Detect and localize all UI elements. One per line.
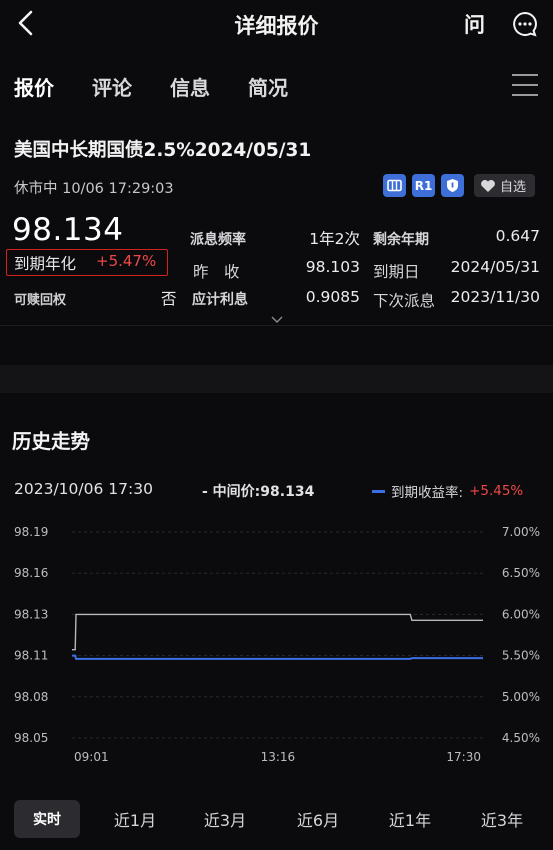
ytm-label: 到期年化: [14, 255, 77, 273]
x-tick-label: 13:16: [261, 750, 296, 764]
market-status: 休市中 10/06 17:29:03: [14, 181, 174, 197]
next-coupon-label: 下次派息: [373, 292, 436, 310]
accrued-interest-value: 0.9085: [305, 288, 360, 306]
risk-level-badge[interactable]: R1: [412, 174, 435, 197]
coupon-frequency-value: 1年2次: [309, 230, 360, 248]
maturity-date-value: 2024/05/31: [450, 258, 540, 276]
tab-comments[interactable]: 评论: [92, 72, 132, 101]
history-title: 历史走势: [12, 430, 91, 453]
next-coupon-value: 2023/11/30: [450, 288, 540, 306]
y-right-tick-label: 7.00%: [502, 525, 540, 539]
ytm-value: +5.47%: [96, 252, 157, 270]
mid-price-line: [72, 613, 483, 651]
badge-group: R1 自选: [383, 174, 536, 197]
heart-icon: [481, 179, 495, 192]
tab-bar: 报价 评论 信息 简况: [14, 71, 326, 101]
period-3m[interactable]: 近3月: [192, 800, 258, 838]
period-3y[interactable]: 近3年: [469, 800, 535, 838]
mid-price-legend: - 中间价:98.134: [202, 484, 315, 500]
ticket-icon[interactable]: [383, 174, 406, 197]
x-tick-label: 17:30: [446, 750, 481, 764]
history-timestamp: 2023/10/06 17:30: [14, 480, 153, 498]
y-right-tick-label: 6.00%: [502, 607, 540, 621]
tab-profile[interactable]: 简况: [248, 72, 288, 101]
accrued-interest-label: 应计利息: [192, 292, 248, 308]
period-1m[interactable]: 近1月: [102, 800, 168, 838]
menu-icon[interactable]: [512, 74, 538, 98]
y-right-tick-label: 5.00%: [502, 690, 540, 704]
period-1y[interactable]: 近1年: [377, 800, 443, 838]
shield-icon[interactable]: [441, 174, 464, 197]
bond-name: 美国中长期国债2.5%2024/05/31: [14, 140, 312, 161]
remaining-term-value: 0.647: [495, 227, 540, 245]
coupon-frequency-label: 派息频率: [190, 232, 246, 248]
period-selector: 实时 近1月 近3月 近6月 近1年 近3年: [14, 800, 544, 838]
ask-button[interactable]: 问: [464, 9, 485, 39]
yield-legend-swatch: [372, 489, 385, 493]
y-left-tick-label: 98.11: [14, 649, 48, 663]
y-right-tick-label: 5.50%: [502, 649, 540, 663]
tab-info[interactable]: 信息: [170, 72, 210, 101]
period-realtime[interactable]: 实时: [14, 800, 80, 838]
period-6m[interactable]: 近6月: [285, 800, 351, 838]
yield-legend-value: +5.45%: [469, 483, 524, 499]
y-right-tick-label: 4.50%: [502, 731, 540, 745]
y-left-tick-label: 98.05: [14, 731, 48, 745]
maturity-date-label: 到期日: [373, 263, 420, 281]
watch-label: 自选: [500, 180, 527, 195]
y-left-tick-label: 98.13: [14, 607, 48, 621]
chat-more-icon[interactable]: [511, 10, 539, 38]
callable-label: 可赎回权: [14, 293, 67, 308]
y-right-tick-label: 6.50%: [502, 566, 540, 580]
remaining-term-label: 剩余年期: [373, 232, 429, 248]
x-tick-label: 09:01: [74, 750, 109, 764]
y-left-tick-label: 98.16: [14, 566, 48, 580]
prev-close-value: 98.103: [305, 258, 360, 276]
section-separator: [0, 365, 553, 393]
last-price: 98.134: [12, 212, 124, 248]
yield-legend-label: 到期收益率:: [391, 485, 464, 501]
callable-value: 否: [161, 290, 177, 308]
history-chart[interactable]: 98.19 7.00% 98.16 6.50% 98.13 6.00% 98.11 5.50%…: [0, 515, 553, 770]
y-left-tick-label: 98.08: [14, 690, 48, 704]
tab-quote[interactable]: 报价: [14, 72, 54, 101]
divider: [0, 325, 553, 326]
y-left-tick-label: 98.19: [14, 525, 48, 539]
add-watchlist-button[interactable]: 自选: [474, 174, 536, 197]
yield-legend: 到期收益率: +5.45%: [372, 481, 523, 501]
prev-close-label: 昨 收: [193, 263, 240, 281]
